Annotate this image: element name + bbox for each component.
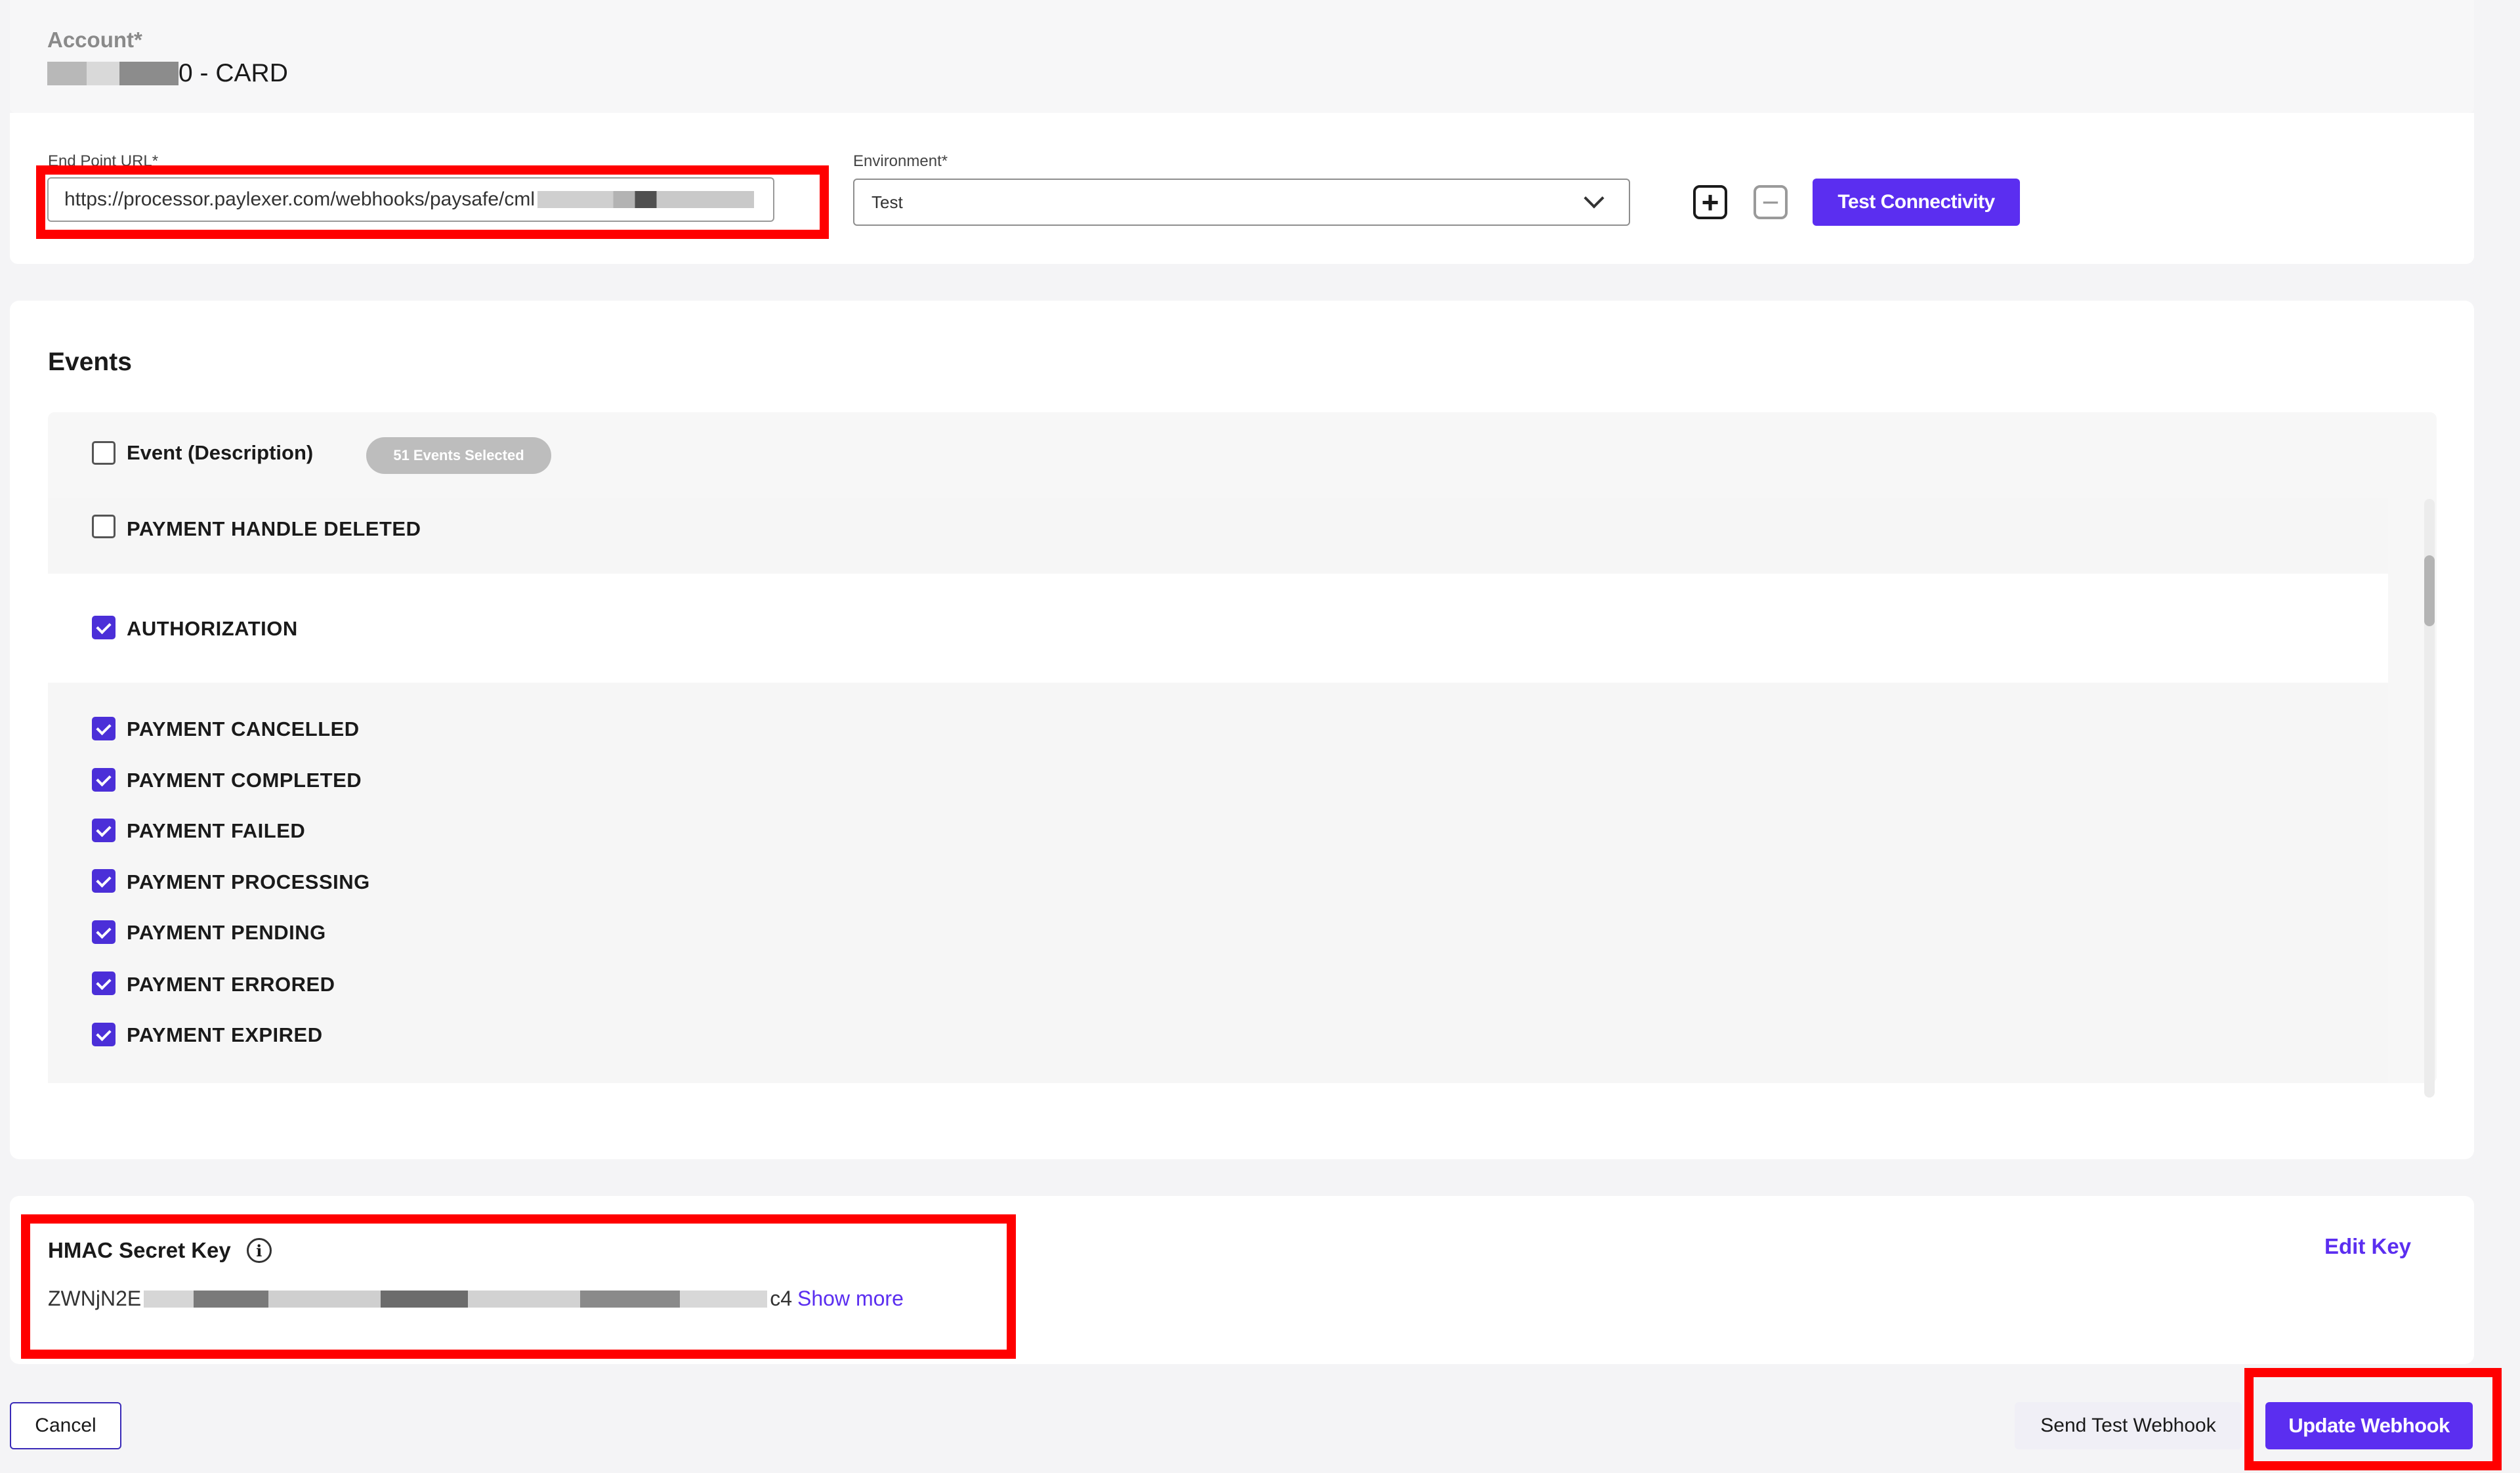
event-checkbox[interactable] xyxy=(92,920,116,944)
annotation-box-hmac xyxy=(21,1214,1016,1359)
events-title: Events xyxy=(48,348,132,376)
event-label: PAYMENT HANDLE DELETED xyxy=(127,517,421,540)
event-label: PAYMENT PENDING xyxy=(127,921,326,944)
account-value: 0 - CARD xyxy=(47,59,288,88)
event-label: PAYMENT FAILED xyxy=(127,819,306,842)
remove-endpoint-button[interactable]: − xyxy=(1754,185,1788,219)
event-label: PAYMENT PROCESSING xyxy=(127,870,370,893)
account-label: Account* xyxy=(47,28,142,52)
event-label: PAYMENT ERRORED xyxy=(127,973,335,996)
event-group-authorization xyxy=(48,574,2388,683)
events-header-label: Event (Description) xyxy=(127,441,314,464)
event-checkbox[interactable] xyxy=(92,869,116,893)
events-selected-badge: 51 Events Selected xyxy=(366,437,551,474)
event-group-payment xyxy=(48,683,2388,1083)
event-checkbox[interactable] xyxy=(92,971,116,995)
annotation-box-url xyxy=(36,165,829,239)
chevron-down-icon xyxy=(1584,188,1605,209)
account-value-suffix: 0 - CARD xyxy=(178,59,288,87)
edit-key-link[interactable]: Edit Key xyxy=(2324,1234,2411,1259)
event-label: PAYMENT COMPLETED xyxy=(127,769,362,792)
event-label: PAYMENT EXPIRED xyxy=(127,1023,323,1046)
select-all-events-checkbox[interactable] xyxy=(92,441,116,465)
minus-icon: − xyxy=(1761,185,1780,219)
event-label: AUTHORIZATION xyxy=(127,617,298,640)
plus-icon: + xyxy=(1701,185,1719,219)
send-test-webhook-button[interactable]: Send Test Webhook xyxy=(2015,1402,2242,1449)
event-checkbox[interactable] xyxy=(92,768,116,792)
event-checkbox[interactable] xyxy=(92,515,116,538)
annotation-box-update xyxy=(2244,1368,2502,1470)
environment-label: Environment* xyxy=(853,152,948,170)
event-label: PAYMENT CANCELLED xyxy=(127,717,360,740)
account-number-redacted xyxy=(47,62,178,85)
cancel-button[interactable]: Cancel xyxy=(10,1402,121,1449)
event-checkbox[interactable] xyxy=(92,616,116,639)
add-endpoint-button[interactable]: + xyxy=(1693,185,1727,219)
events-scrollbar-thumb[interactable] xyxy=(2424,555,2435,626)
event-checkbox[interactable] xyxy=(92,717,116,740)
event-checkbox[interactable] xyxy=(92,819,116,842)
event-checkbox[interactable] xyxy=(92,1023,116,1046)
environment-select[interactable]: Test xyxy=(853,179,1630,226)
test-connectivity-button[interactable]: Test Connectivity xyxy=(1813,179,2020,226)
account-section xyxy=(10,0,2474,113)
environment-value: Test xyxy=(872,192,903,212)
